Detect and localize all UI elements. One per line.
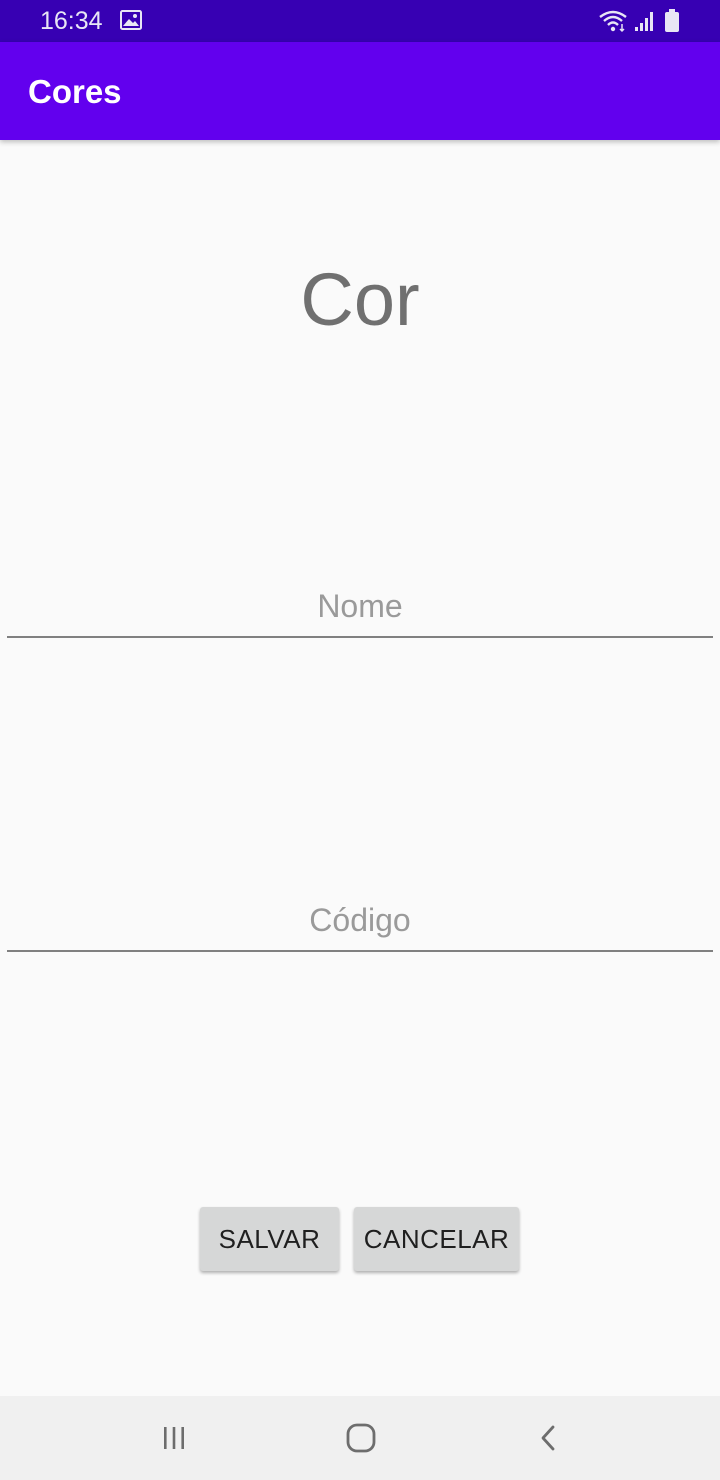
home-icon: [346, 1423, 376, 1453]
home-button[interactable]: [339, 1416, 383, 1460]
battery-icon: [665, 9, 679, 32]
signal-icon: [635, 12, 653, 31]
recents-button[interactable]: [152, 1416, 196, 1460]
navigation-bar: [0, 1396, 720, 1480]
wifi-icon: [599, 10, 627, 33]
app-screen: 16:34 Cores Cor SALVAR CAN: [0, 0, 720, 1480]
recents-icon: [164, 1427, 184, 1449]
save-button[interactable]: SALVAR: [200, 1207, 339, 1271]
gallery-icon: [120, 10, 142, 30]
app-bar: Cores: [0, 42, 720, 140]
app-title: Cores: [28, 73, 122, 110]
cancel-button[interactable]: CANCELAR: [354, 1207, 519, 1271]
back-button[interactable]: [527, 1416, 571, 1460]
back-icon: [541, 1425, 555, 1451]
status-bar: 16:34: [0, 0, 720, 42]
status-time: 16:34: [40, 7, 103, 35]
page-heading: Cor: [300, 258, 420, 341]
codigo-field[interactable]: [7, 890, 713, 952]
nome-field[interactable]: [7, 576, 713, 638]
